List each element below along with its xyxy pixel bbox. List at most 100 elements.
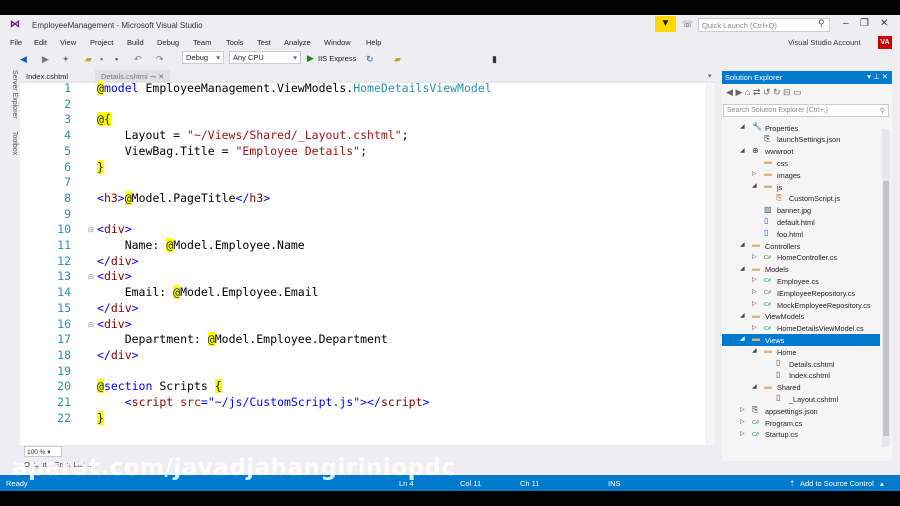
code-line[interactable]: Department: @Model.Employee.Department xyxy=(97,332,388,347)
code-line[interactable]: </div> xyxy=(97,301,139,315)
code-line[interactable]: </div> xyxy=(97,348,139,362)
forward-icon[interactable]: ▶ xyxy=(735,87,742,97)
expand-arrow-icon[interactable]: ▷ xyxy=(752,324,757,331)
feedback-filter-icon[interactable]: ▼ xyxy=(655,16,676,32)
tree-item[interactable]: ▷ C# Employee.cs xyxy=(722,275,880,287)
play-icon[interactable]: ▶ xyxy=(307,53,314,64)
menu-window[interactable]: Window xyxy=(324,38,351,47)
restore-button[interactable]: ❐ xyxy=(860,18,869,29)
tree-item[interactable]: ▯ Details.cshtml xyxy=(722,358,880,370)
code-line[interactable]: Email: @Model.Employee.Email xyxy=(97,285,319,300)
menu-build[interactable]: Build xyxy=(127,38,144,47)
panel-controls[interactable]: ▾ ⊥ ✕ xyxy=(867,72,888,81)
menu-help[interactable]: Help xyxy=(366,38,381,47)
code-line[interactable]: Layout = "~/Views/Shared/_Layout.cshtml"… xyxy=(97,128,409,142)
expand-arrow-icon[interactable]: ▷ xyxy=(752,288,757,295)
tree-item[interactable]: ▷ ▬ images xyxy=(722,169,880,181)
expand-arrow-icon[interactable]: ▷ xyxy=(752,170,757,177)
editor-scrollbar[interactable] xyxy=(705,83,715,445)
collapse-arrow-icon[interactable]: ◢ xyxy=(740,147,745,154)
collapse-arrow-icon[interactable]: ◢ xyxy=(740,335,745,342)
home-icon[interactable]: ⌂ xyxy=(745,87,750,97)
save-all-icon[interactable]: ▪ xyxy=(115,54,118,64)
tree-item[interactable]: ▷ C# Startup.cs xyxy=(722,429,880,441)
tree-item[interactable]: ▷ C# HomeDetailsViewModel.cs xyxy=(722,323,880,335)
code-line[interactable]: } xyxy=(97,159,104,174)
history-icon[interactable]: ↺ xyxy=(763,87,771,97)
menu-test[interactable]: Test xyxy=(257,38,271,47)
code-line[interactable]: <script src="~/js/CustomScript.js"></scr… xyxy=(97,395,430,409)
back-icon[interactable]: ◀ xyxy=(20,54,27,65)
back-icon[interactable]: ◀ xyxy=(726,87,733,97)
code-line[interactable]: </div> xyxy=(97,254,139,268)
code-line[interactable]: } xyxy=(97,410,104,425)
collapse-arrow-icon[interactable]: ◢ xyxy=(740,265,745,272)
tree-item[interactable]: ◢ ▬ ViewModels xyxy=(722,311,880,323)
collapse-arrow-icon[interactable]: ◢ xyxy=(752,347,757,354)
tree-item[interactable]: ▬ css xyxy=(722,157,880,169)
menu-analyze[interactable]: Analyze xyxy=(284,38,311,47)
code-line[interactable]: ViewBag.Title = "Employee Details"; xyxy=(97,144,367,158)
feedback-icon[interactable]: ☏ xyxy=(682,19,693,30)
properties-icon[interactable]: ▭ xyxy=(793,87,802,97)
tree-item[interactable]: ◢ 🔧 Properties xyxy=(722,122,880,134)
collapse-arrow-icon[interactable]: ◢ xyxy=(740,123,745,130)
code-line[interactable]: @{ xyxy=(97,112,111,127)
sync-icon[interactable]: ⇄ xyxy=(753,87,761,97)
new-project-icon[interactable]: ✦ xyxy=(62,54,70,65)
toolbox-tab[interactable]: Toolbox xyxy=(11,131,18,155)
avatar[interactable]: VA xyxy=(878,36,892,49)
tree-item[interactable]: ▯ _Layout.cshtml xyxy=(722,393,880,405)
collapse-icon[interactable]: ⊟ xyxy=(783,87,791,97)
run-button[interactable]: IIS Express xyxy=(318,54,356,63)
code-line[interactable]: <div> xyxy=(97,269,132,283)
collapse-arrow-icon[interactable]: ◢ xyxy=(740,241,745,248)
refresh-icon[interactable]: ↻ xyxy=(773,87,781,97)
code-line[interactable]: <div> xyxy=(97,222,132,236)
tree-item[interactable]: ▷ C# IEmployeeRepository.cs xyxy=(722,287,880,299)
redo-icon[interactable]: ↷ xyxy=(156,54,164,65)
menu-file[interactable]: File xyxy=(10,38,22,47)
account-link[interactable]: Visual Studio Account xyxy=(788,38,860,47)
scrollbar-thumb[interactable] xyxy=(883,181,889,436)
expand-arrow-icon[interactable]: ▷ xyxy=(752,276,757,283)
bookmark-icon[interactable]: ▮ xyxy=(492,54,497,65)
save-icon[interactable]: ▪ xyxy=(100,54,103,64)
undo-icon[interactable]: ↶ xyxy=(134,54,142,65)
solution-search-input[interactable]: Search Solution Explorer (Ctrl+;) ⚲ xyxy=(723,104,889,117)
fold-icon[interactable]: ⊟ xyxy=(88,273,94,281)
tree-item[interactable]: ▷ ⎘ appsettings.json xyxy=(722,405,880,417)
browse-icon[interactable]: ▰ xyxy=(394,54,401,65)
close-button[interactable]: ✕ xyxy=(880,18,888,29)
code-line[interactable]: @model EmployeeManagement.ViewModels.Hom… xyxy=(97,81,492,95)
expand-arrow-icon[interactable]: ▷ xyxy=(740,430,745,437)
expand-arrow-icon[interactable]: ▷ xyxy=(752,253,757,260)
forward-icon[interactable]: ▶ xyxy=(42,54,49,65)
code-line[interactable]: <h3>@Model.PageTitle</h3> xyxy=(97,190,270,205)
expand-arrow-icon[interactable]: ▷ xyxy=(740,406,745,413)
tree-item[interactable]: ◢ ▬ Models xyxy=(722,264,880,276)
server-explorer-tab[interactable]: Server Explorer xyxy=(11,70,18,119)
menu-team[interactable]: Team xyxy=(193,38,211,47)
tree-item[interactable]: ▷ C# HomeController.cs xyxy=(722,252,880,264)
quick-launch-input[interactable]: Quick Launch (Ctrl+Q) xyxy=(698,18,830,32)
tree-item[interactable]: ▷ C# Program.cs xyxy=(722,417,880,429)
platform-select[interactable]: Any CPU ▾ xyxy=(229,51,301,64)
collapse-arrow-icon[interactable]: ◢ xyxy=(740,312,745,319)
tree-item[interactable]: ▯ Index.cshtml xyxy=(722,370,880,382)
close-tab-icon[interactable]: ✕ xyxy=(158,72,164,81)
tree-item[interactable]: ⎘ CustomScript.js xyxy=(722,193,880,205)
refresh-icon[interactable]: ↻ xyxy=(366,54,374,65)
code-line[interactable]: @section Scripts { xyxy=(97,379,222,394)
chevron-up-icon[interactable]: ▴ xyxy=(880,479,884,488)
tree-item[interactable]: ◢ ▬ Shared xyxy=(722,382,880,394)
tree-item[interactable]: ▯ default.html xyxy=(722,216,880,228)
menu-project[interactable]: Project xyxy=(90,38,113,47)
tree-item[interactable]: ▯ foo.html xyxy=(722,228,880,240)
tree-item[interactable]: ◢ ▬ Home xyxy=(722,346,880,358)
menu-view[interactable]: View xyxy=(60,38,76,47)
tree-item[interactable]: ◢ ⊕ wwwroot xyxy=(722,146,880,158)
tree-item[interactable]: ◢ ▬ js xyxy=(722,181,880,193)
fold-icon[interactable]: ⊟ xyxy=(88,321,94,329)
expand-arrow-icon[interactable]: ▷ xyxy=(752,300,757,307)
